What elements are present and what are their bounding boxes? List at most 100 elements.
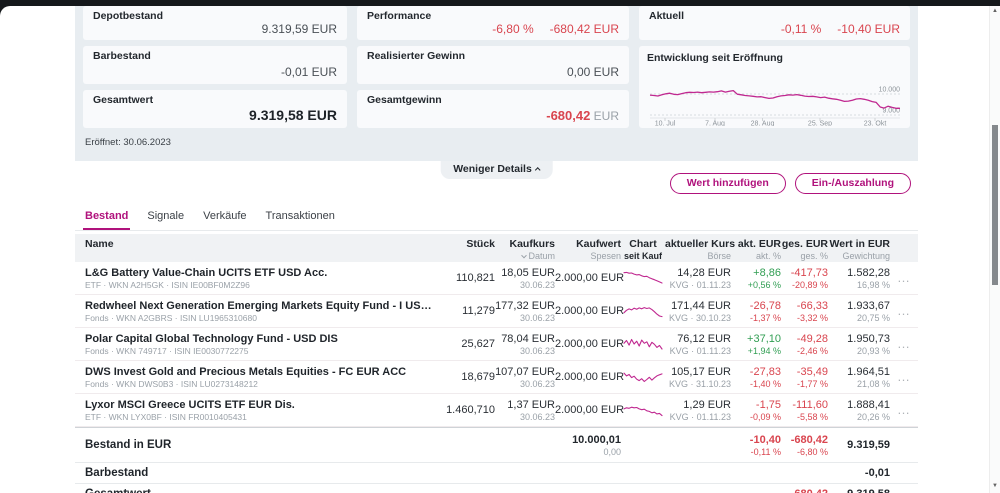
table-row[interactable]: Lyxor MSCI Greece UCITS ETF EUR Dis. ETF… xyxy=(75,394,918,427)
kaufwert-cell: 2.000,00 EUR xyxy=(555,371,621,383)
total-spesen: 0,00 xyxy=(555,447,621,457)
position-name-cell: DWS Invest Gold and Precious Metals Equi… xyxy=(75,366,435,389)
scroll-up-arrow-icon[interactable]: ▲ xyxy=(990,6,1000,16)
header-menu-spacer xyxy=(890,238,918,262)
card-value: -680,42 EUR xyxy=(367,108,619,123)
header-ges-eur: ges. EURges. % xyxy=(781,238,828,262)
sparkline-chart xyxy=(623,302,663,320)
ges-eur-cell: -49,28-2,46 % xyxy=(781,333,828,356)
svg-text:25. Sep: 25. Sep xyxy=(808,121,832,127)
card-barbestand: Barbestand -0,01 EUR xyxy=(83,46,347,84)
header-name: Name xyxy=(75,238,435,262)
ges-eur-cell: -35,49-1,77 % xyxy=(781,366,828,389)
header-kaufwert: KaufwertSpesen xyxy=(555,238,621,262)
row-menu-button[interactable]: … xyxy=(897,369,911,384)
card-label: Gesamtwert xyxy=(93,94,337,106)
card-performance: Performance -6,80 %-680,42 EUR xyxy=(357,6,629,40)
total-ges-eur: -680,42 xyxy=(781,488,828,493)
table-row[interactable]: Redwheel Next Generation Emerging Market… xyxy=(75,295,918,328)
row-menu-button[interactable]: … xyxy=(897,270,911,285)
card-label: Barbestand xyxy=(93,50,337,62)
gesamtgewinn-currency: EUR xyxy=(590,109,619,123)
row-menu-button[interactable]: … xyxy=(897,336,911,351)
sparkline-chart xyxy=(623,401,663,419)
sparkline-cell xyxy=(621,335,665,353)
header-stueck: Stück xyxy=(435,238,495,262)
performance-percent: -6,80 % xyxy=(492,22,533,36)
svg-text:10. Jul: 10. Jul xyxy=(655,121,676,127)
vertical-scrollbar[interactable]: ▲ ▼ xyxy=(989,6,1000,493)
total-ges-pct: -6,80 % xyxy=(781,447,828,457)
less-details-label: Weniger Details xyxy=(453,163,532,175)
sparkline-chart xyxy=(623,335,663,353)
position-name-cell: Lyxor MSCI Greece UCITS ETF EUR Dis. ETF… xyxy=(75,399,435,422)
tab-verkäufe[interactable]: Verkäufe xyxy=(201,207,248,230)
card-value: 9.319,59 EUR xyxy=(93,22,337,36)
card-label: Depotbestand xyxy=(93,10,337,22)
deposit-withdraw-button[interactable]: Ein-/Auszahlung xyxy=(795,173,911,194)
wert-cell: 1.950,7320,93 % xyxy=(828,333,890,356)
card-value: -0,01 EUR xyxy=(93,65,337,79)
header-aktueller-kurs: aktueller KursBörse xyxy=(665,238,731,262)
wert-cell: 1.933,6720,75 % xyxy=(828,300,890,323)
controls-row: Weniger Details Wert hinzufügen Ein-/Aus… xyxy=(75,161,918,207)
less-details-button[interactable]: Weniger Details xyxy=(440,161,553,179)
tab-bestand[interactable]: Bestand xyxy=(83,207,130,230)
card-aktuell: Aktuell -0,11 %-10,40 EUR xyxy=(639,6,910,40)
aktueller-kurs-cell: 105,17 EURKVG · 31.10.23 xyxy=(665,366,731,389)
card-value: 0,00 EUR xyxy=(367,65,619,79)
scroll-down-arrow-icon[interactable]: ▼ xyxy=(990,481,1000,491)
positions-list: L&G Battery Value-Chain UCITS ETF USD Ac… xyxy=(75,262,918,427)
header-kaufkurs[interactable]: Kaufkurs Datum xyxy=(495,238,555,262)
performance-eur: -680,42 EUR xyxy=(550,22,619,36)
row-menu-button[interactable]: … xyxy=(897,303,911,318)
stueck-cell: 25,627 xyxy=(435,338,495,350)
sparkline-cell xyxy=(621,302,665,320)
header-wert-in-eur: Wert in EURGewichtung xyxy=(828,238,890,262)
add-value-button[interactable]: Wert hinzufügen xyxy=(670,173,786,194)
sparkline-cell xyxy=(621,401,665,419)
aktueller-kurs-cell: 171,44 EURKVG · 30.10.23 xyxy=(665,300,731,323)
gesamtgewinn-value: -680,42 xyxy=(546,108,590,123)
svg-text:10.000: 10.000 xyxy=(879,87,901,94)
ges-eur-cell: -417,73-20,89 % xyxy=(781,267,828,290)
tab-transaktionen[interactable]: Transaktionen xyxy=(264,207,337,230)
svg-text:28. Aug: 28. Aug xyxy=(751,121,775,127)
ges-eur-cell: -66,33-3,32 % xyxy=(781,300,828,323)
kaufkurs-cell: 1,37 EUR30.06.23 xyxy=(495,399,555,422)
tab-signale[interactable]: Signale xyxy=(145,207,186,230)
chart-title: Entwicklung seit Eröffnung xyxy=(647,52,904,64)
menu-cell: … xyxy=(890,335,918,353)
row-menu-button[interactable]: … xyxy=(897,402,911,417)
sparkline-chart xyxy=(623,269,663,287)
sort-chevron-down-icon xyxy=(521,253,527,259)
depot-summary-panel: Depotbestand 9.319,59 EUR Performance -6… xyxy=(75,6,918,161)
aktuell-eur: -10,40 EUR xyxy=(837,22,900,36)
akt-eur-cell: -27,83-1,40 % xyxy=(731,366,781,389)
total-ges-eur: -680,42 xyxy=(781,434,828,446)
total-label: Barbestand xyxy=(75,467,435,479)
table-row[interactable]: Polar Capital Global Technology Fund - U… xyxy=(75,328,918,361)
kaufwert-cell: 2.000,00 EUR xyxy=(555,305,621,317)
table-row[interactable]: DWS Invest Gold and Precious Metals Equi… xyxy=(75,361,918,394)
action-buttons: Wert hinzufügen Ein-/Auszahlung xyxy=(670,173,911,194)
position-meta: Fonds · WKN DWS0B3 · ISIN LU0273148212 xyxy=(85,379,435,389)
wert-cell: 1.964,5121,08 % xyxy=(828,366,890,389)
table-row[interactable]: L&G Battery Value-Chain UCITS ETF USD Ac… xyxy=(75,262,918,295)
position-name-cell: L&G Battery Value-Chain UCITS ETF USD Ac… xyxy=(75,267,435,290)
total-akt-pct: -0,11 % xyxy=(731,447,781,457)
scrollbar-thumb[interactable] xyxy=(992,125,998,285)
wert-cell: 1.888,4120,26 % xyxy=(828,399,890,422)
kaufkurs-cell: 177,32 EUR30.06.23 xyxy=(495,300,555,323)
position-name-cell: Polar Capital Global Technology Fund - U… xyxy=(75,333,435,356)
position-name: Lyxor MSCI Greece UCITS ETF EUR Dis. xyxy=(85,399,435,411)
card-label: Gesamtgewinn xyxy=(367,94,619,106)
header-chart: Chartseit Kauf xyxy=(621,238,665,262)
total-row-barbestand: Barbestand -0,01 xyxy=(75,462,918,483)
aktueller-kurs-cell: 14,28 EURKVG · 01.11.23 xyxy=(665,267,731,290)
account-opened-date: Eröffnet: 30.06.2023 xyxy=(83,128,910,148)
akt-eur-cell: -26,78-1,37 % xyxy=(731,300,781,323)
kaufwert-cell: 2.000,00 EUR xyxy=(555,272,621,284)
position-meta: ETF · WKN LYX0BF · ISIN FR0010405431 xyxy=(85,412,435,422)
total-wert: -0,01 xyxy=(828,467,890,479)
